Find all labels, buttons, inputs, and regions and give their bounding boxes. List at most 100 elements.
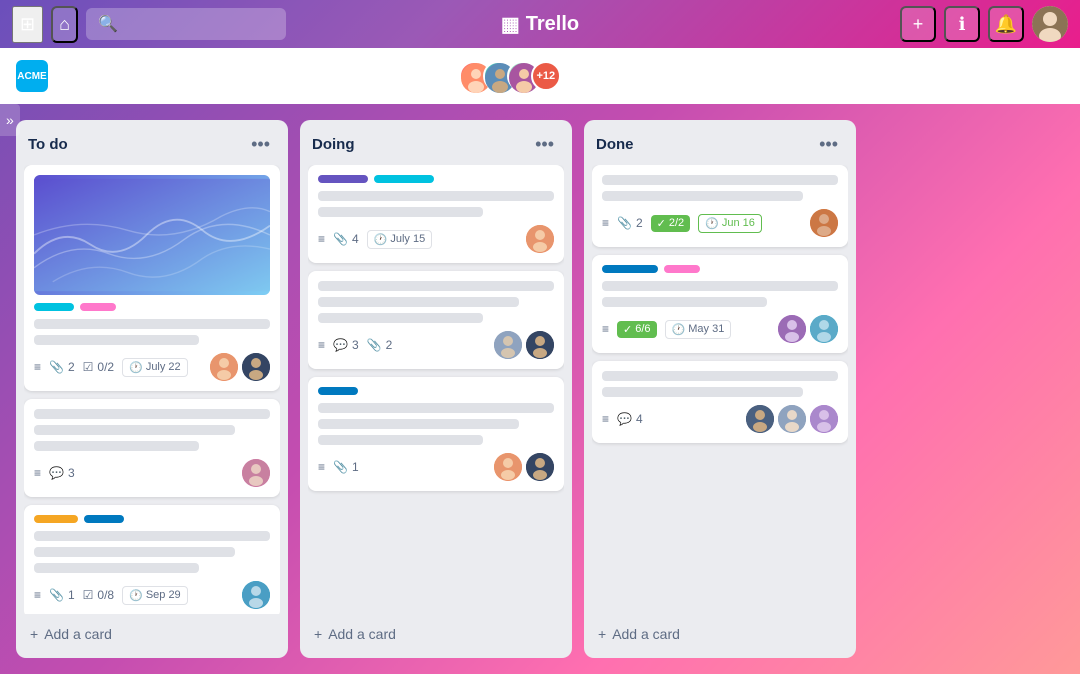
search-bar[interactable]: 🔍	[86, 8, 286, 40]
home-icon[interactable]: ⌂	[51, 6, 78, 43]
card-meta-attach: 📎 1	[49, 588, 75, 602]
column-done: Done ••• ≡ 📎 2 ✓ 2/2 🕐 Jun 16	[584, 120, 856, 658]
card-avatar-1	[778, 315, 806, 343]
card-line	[34, 335, 199, 345]
card-due-may31: 🕐 May 31	[665, 320, 732, 339]
card-text-lines	[34, 409, 270, 451]
column-doing-cards: ≡ 📎 4 🕐 July 15	[308, 165, 564, 614]
card-meta-comment: 💬 4	[617, 412, 643, 426]
card-todo-2[interactable]: ≡ 💬 3	[24, 399, 280, 497]
notifications-button[interactable]: 🔔	[988, 6, 1024, 42]
check-icon: ✓	[657, 217, 666, 230]
column-done-menu[interactable]: •••	[813, 132, 844, 157]
sidebar-toggle[interactable]: »	[0, 104, 20, 136]
card-done-3[interactable]: ≡ 💬 4	[592, 361, 848, 443]
tag-blue-wide	[602, 265, 658, 273]
tag-blue	[318, 387, 358, 395]
card-text-lines	[318, 403, 554, 445]
add-card-button-done[interactable]: + Add a card	[592, 618, 848, 650]
column-todo-menu[interactable]: •••	[245, 132, 276, 157]
card-meta-comment: 💬 3	[49, 466, 75, 480]
card-avatar-1	[746, 405, 774, 433]
card-footer: ≡ 📎 4 🕐 July 15	[318, 225, 554, 253]
column-done-cards: ≡ 📎 2 ✓ 2/2 🕐 Jun 16	[592, 165, 848, 614]
add-card-button-todo[interactable]: + Add a card	[24, 618, 280, 650]
card-meta-attach: 📎 2	[49, 360, 75, 374]
card-done-1[interactable]: ≡ 📎 2 ✓ 2/2 🕐 Jun 16	[592, 165, 848, 247]
clock-icon: 🕐	[672, 323, 686, 336]
card-todo-1[interactable]: ≡ 📎 2 ☑ 0/2 🕐 July 22	[24, 165, 280, 391]
column-done-header: Done •••	[592, 128, 848, 165]
add-card-button-doing[interactable]: + Add a card	[308, 618, 564, 650]
card-text-lines	[34, 319, 270, 345]
card-doing-2[interactable]: ≡ 💬 3 📎 2	[308, 271, 564, 369]
card-line	[602, 387, 803, 397]
card-meta-attach: 📎 1	[333, 460, 359, 474]
user-avatar[interactable]	[1032, 6, 1068, 42]
add-button[interactable]: +	[900, 6, 936, 42]
app-name: Trello	[526, 13, 579, 36]
card-todo-3[interactable]: ≡ 📎 1 ☑ 0/8 🕐 Sep 29	[24, 505, 280, 614]
align-icon: ≡	[34, 466, 41, 480]
card-line	[602, 371, 838, 381]
card-tags	[602, 265, 838, 273]
card-footer: ≡ 💬 3	[34, 459, 270, 487]
card-avatars	[746, 405, 838, 433]
column-doing-header: Doing •••	[308, 128, 564, 165]
card-avatar-2	[778, 405, 806, 433]
card-meta-align: ≡	[318, 460, 325, 474]
tag-pink	[80, 303, 116, 311]
card-doing-3[interactable]: ≡ 📎 1	[308, 377, 564, 491]
card-doing-1[interactable]: ≡ 📎 4 🕐 July 15	[308, 165, 564, 263]
tag-purple	[318, 175, 368, 183]
card-line	[318, 419, 519, 429]
clock-icon: 🕐	[129, 589, 143, 602]
card-footer: ≡ 📎 2 ☑ 0/2 🕐 July 22	[34, 353, 270, 381]
card-avatar-2	[526, 331, 554, 359]
member-avatars: +12	[459, 61, 561, 91]
card-line	[318, 403, 554, 413]
attach-icon: 📎	[617, 216, 632, 230]
card-line	[318, 435, 483, 445]
card-todo-1-tags	[34, 303, 270, 311]
attach-icon: 📎	[333, 460, 348, 474]
card-avatars	[494, 331, 554, 359]
column-doing-menu[interactable]: •••	[529, 132, 560, 157]
info-button[interactable]: ℹ	[944, 6, 980, 42]
card-avatar-1	[526, 225, 554, 253]
card-meta-align: ≡	[34, 466, 41, 480]
attach-icon: 📎	[49, 360, 64, 374]
attach-icon: 📎	[49, 588, 64, 602]
card-line	[318, 207, 483, 217]
clock-icon: 🕐	[374, 233, 388, 246]
workspace-logo: ACME	[16, 60, 48, 92]
card-footer: ≡ 💬 4	[602, 405, 838, 433]
card-meta-align: ≡	[318, 338, 325, 352]
card-meta-attach: 📎 2	[367, 338, 393, 352]
card-avatar	[242, 581, 270, 609]
board-view-button[interactable]: ⊞ ▾	[60, 62, 103, 91]
card-footer: ≡ 📎 1	[318, 453, 554, 481]
card-line	[602, 191, 803, 201]
board-star-icon[interactable]: ☆	[308, 66, 324, 87]
card-avatar-2	[242, 353, 270, 381]
invite-button[interactable]: Invite	[573, 62, 634, 90]
member-count-badge[interactable]: +12	[531, 61, 561, 91]
column-done-title: Done	[596, 136, 634, 153]
board-more-button[interactable]: •••	[1021, 60, 1064, 93]
card-done-2[interactable]: ≡ ✓ 6/6 🕐 May 31	[592, 255, 848, 353]
card-avatar-1	[242, 459, 270, 487]
workspace-button[interactable]: Acme, Inc.	[357, 62, 447, 90]
align-icon: ≡	[34, 588, 41, 602]
tag-blue	[84, 515, 124, 523]
grid-icon[interactable]: ⊞	[12, 6, 43, 43]
check-icon: ✓	[623, 323, 632, 336]
tag-teal	[374, 175, 434, 183]
comment-icon: 💬	[333, 338, 348, 352]
card-line	[34, 441, 199, 451]
header-divider	[340, 64, 341, 88]
card-line	[34, 319, 270, 329]
card-tags	[318, 175, 554, 183]
card-footer: ≡ 💬 3 📎 2	[318, 331, 554, 359]
card-line	[34, 563, 199, 573]
